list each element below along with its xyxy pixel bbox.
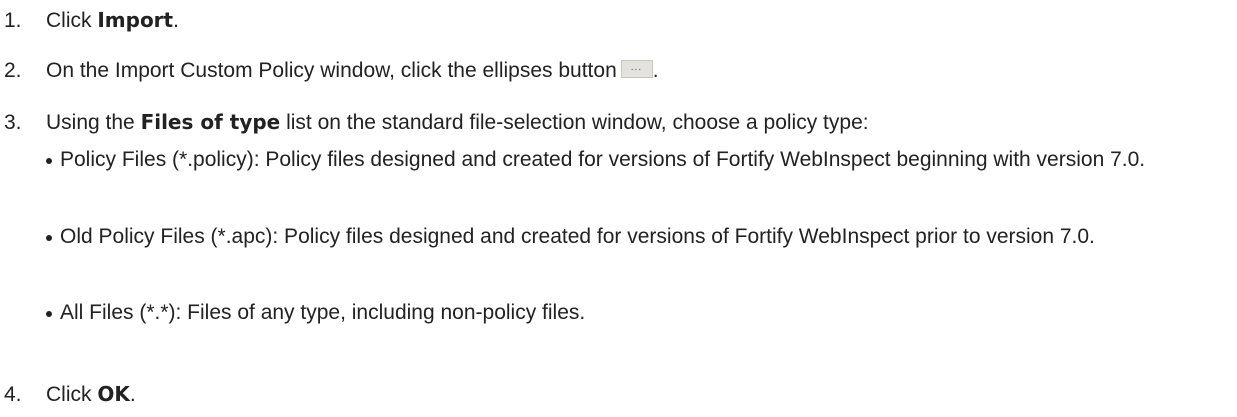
bullet-item-old-policy-files: Old Policy Files (*.apc): Policy files d… — [46, 222, 1196, 252]
step-2: 2. On the Import Custom Policy window, cl… — [4, 57, 659, 85]
step-text: Click — [46, 9, 98, 32]
step-number: 1. — [4, 9, 22, 32]
ui-term-ok: OK — [97, 382, 130, 406]
step-number: 3. — [4, 111, 22, 134]
step-1: 1. Click Import. — [4, 6, 179, 35]
step-4: 4. Click OK. — [4, 380, 136, 409]
step-3: 3. Using the Files of type list on the st… — [4, 108, 869, 137]
step-text: Using the — [46, 111, 141, 134]
ui-term-import: Import — [97, 8, 174, 32]
step-text: Click — [46, 383, 98, 406]
bullet-item-all-files: All Files (*.*): Files of any type, incl… — [46, 298, 1196, 328]
ellipsis-button-icon: ... — [620, 60, 653, 78]
bullet-text: All Files (*.*): Files of any type, incl… — [60, 301, 586, 324]
bullet-text: Policy Files (*.policy): Policy files de… — [60, 148, 1146, 171]
bullet-icon — [46, 311, 52, 317]
step-text: On the Import Custom Policy window, clic… — [46, 59, 617, 82]
bullet-item-policy-files: Policy Files (*.policy): Policy files de… — [46, 145, 1196, 175]
step-number: 4. — [4, 383, 22, 406]
bullet-text: Old Policy Files (*.apc): Policy files d… — [60, 225, 1095, 248]
step-number: 2. — [4, 59, 22, 82]
ui-term-files-of-type: Files of type — [140, 110, 281, 134]
bullet-icon — [46, 158, 52, 164]
bullet-icon — [46, 235, 52, 241]
